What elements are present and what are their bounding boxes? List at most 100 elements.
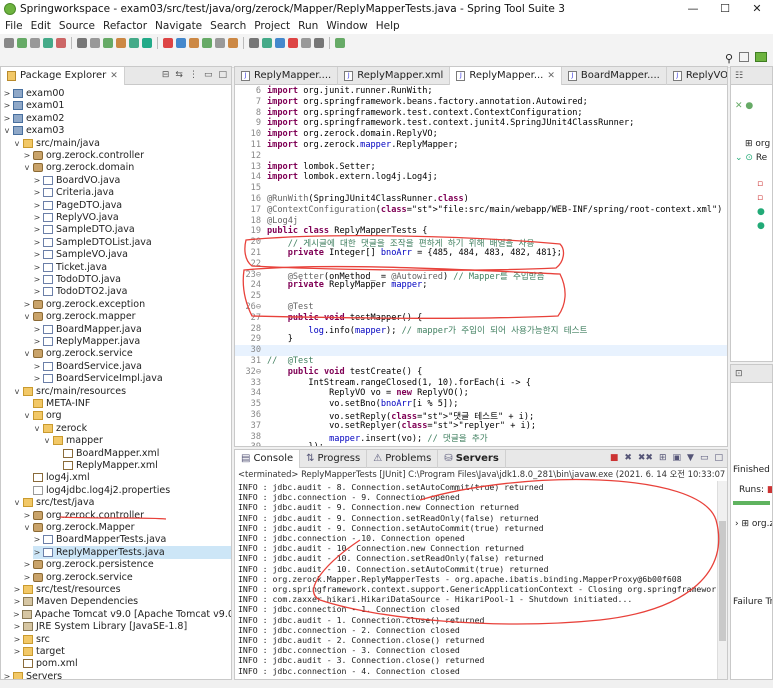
tree-item[interactable]: > TodoDTO2.java xyxy=(33,285,231,298)
menu-source[interactable]: Source xyxy=(59,20,95,32)
tree-item[interactable]: > src/test/resources xyxy=(13,583,231,596)
tree-item[interactable]: > BoardVO.java xyxy=(33,174,231,187)
code-line[interactable]: @Log4j xyxy=(267,216,298,226)
console-toolbar-icon[interactable]: □ xyxy=(714,453,723,463)
close-icon[interactable]: ✕ xyxy=(110,71,118,81)
chevron-right-icon[interactable]: > xyxy=(33,211,41,224)
console-toolbar-icon[interactable]: ■ xyxy=(610,453,619,463)
menu-edit[interactable]: Edit xyxy=(31,20,51,32)
tree-item[interactable]: > org.zerock.persistence xyxy=(23,558,231,571)
toolbar-button-icon[interactable] xyxy=(129,38,139,48)
toolbar-button-icon[interactable] xyxy=(90,38,100,48)
code-line[interactable]: IntStream.rangeClosed(1, 10).forEach(i -… xyxy=(267,378,530,388)
chevron-right-icon[interactable]: > xyxy=(23,509,31,522)
chevron-right-icon[interactable]: > xyxy=(13,620,21,633)
toolbar-button-icon[interactable] xyxy=(176,38,186,48)
tree-item[interactable]: > Apache Tomcat v9.0 [Apache Tomcat v9.0] xyxy=(13,608,231,621)
tree-item[interactable]: > SampleDTOList.java xyxy=(33,236,231,249)
tree-item[interactable]: v org xyxy=(23,409,231,422)
scrollbar-thumb[interactable] xyxy=(719,521,726,641)
chevron-right-icon[interactable]: > xyxy=(13,645,21,658)
toolbar-button-icon[interactable] xyxy=(301,38,311,48)
close-button[interactable]: ✕ xyxy=(741,0,773,18)
tree-item[interactable]: v mapper xyxy=(43,434,231,447)
tree-item[interactable]: v org.zerock.service xyxy=(23,347,231,360)
toolbar-button-icon[interactable] xyxy=(56,38,66,48)
search-icon[interactable]: ⚲ xyxy=(725,52,733,65)
tree-item[interactable]: > target xyxy=(13,645,231,658)
chevron-right-icon[interactable]: > xyxy=(23,149,31,162)
toolbar-button-icon[interactable] xyxy=(4,38,14,48)
outline-item-class[interactable]: ⌄ ⊙ Re xyxy=(735,153,767,163)
code-line[interactable]: @RunWith(SpringJUnit4ClassRunner.class) xyxy=(267,194,469,204)
toolbar-button-icon[interactable] xyxy=(275,38,285,48)
code-line[interactable]: import org.springframework.test.context.… xyxy=(267,108,583,118)
chevron-right-icon[interactable]: > xyxy=(3,112,11,125)
chevron-right-icon[interactable]: > xyxy=(3,670,11,679)
tree-item[interactable]: > exam00 xyxy=(3,87,231,100)
junit-view-icon[interactable]: ⊡ xyxy=(731,369,743,379)
code-line[interactable]: log.info(mapper); // mapper가 주입이 되어 사용가능… xyxy=(267,324,587,336)
outline-method-icon[interactable]: ● xyxy=(757,207,765,217)
toolbar-button-icon[interactable] xyxy=(202,38,212,48)
chevron-right-icon[interactable]: > xyxy=(3,87,11,100)
outline-method-icon-2[interactable]: ● xyxy=(757,221,765,231)
close-icon[interactable]: ✕ xyxy=(547,71,555,81)
code-line[interactable]: private ReplyMapper mapper; xyxy=(267,280,428,290)
editor-tab[interactable]: JReplyVO.java xyxy=(667,67,727,85)
open-perspective-icon[interactable] xyxy=(739,52,749,62)
chevron-right-icon[interactable]: > xyxy=(33,323,41,336)
tree-item[interactable]: v src/main/java xyxy=(13,137,231,150)
chevron-down-icon[interactable]: v xyxy=(13,496,21,509)
tree-item[interactable]: > org.zerock.controller xyxy=(23,149,231,162)
code-line[interactable]: import org.springframework.test.context.… xyxy=(267,118,634,128)
minimize-button[interactable]: — xyxy=(677,0,709,18)
chevron-right-icon[interactable]: > xyxy=(33,285,41,298)
editor-tab[interactable]: J ReplyMapper... ✕ xyxy=(450,67,562,85)
chevron-right-icon[interactable]: > xyxy=(33,236,41,249)
tree-item[interactable]: > src xyxy=(13,633,231,646)
chevron-right-icon[interactable]: > xyxy=(33,372,41,385)
chevron-down-icon[interactable]: v xyxy=(43,434,51,447)
chevron-right-icon[interactable]: > xyxy=(33,223,41,236)
tree-item[interactable]: ReplyMapper.xml xyxy=(53,459,231,472)
tree-item[interactable]: > BoardMapperTests.java xyxy=(33,533,231,546)
chevron-down-icon[interactable]: v xyxy=(23,521,31,534)
tree-item[interactable]: v org.zerock.mapper xyxy=(23,310,231,323)
chevron-right-icon[interactable]: > xyxy=(33,186,41,199)
toolbar-button-icon[interactable] xyxy=(17,38,27,48)
tree-item[interactable]: > org.zerock.exception xyxy=(23,298,231,311)
outline-item-package[interactable]: ⊞ org xyxy=(745,139,770,149)
tree-item[interactable]: > Servers xyxy=(3,670,231,679)
code-line[interactable]: public void testCreate() { xyxy=(267,367,423,377)
menu-window[interactable]: Window xyxy=(326,20,367,32)
chevron-right-icon[interactable]: > xyxy=(3,99,11,112)
tree-item[interactable]: > ReplyVO.java xyxy=(33,211,231,224)
menu-help[interactable]: Help xyxy=(376,20,400,32)
tree-item[interactable]: > Ticket.java xyxy=(33,261,231,274)
chevron-down-icon[interactable]: v xyxy=(33,422,41,435)
toolbar-button-icon[interactable] xyxy=(189,38,199,48)
view-menu-icon[interactable]: ⋮ xyxy=(189,70,198,80)
chevron-right-icon[interactable]: > xyxy=(33,546,41,559)
toolbar-button-icon[interactable] xyxy=(116,38,126,48)
tree-item[interactable]: > exam02 xyxy=(3,112,231,125)
toolbar-button-icon[interactable] xyxy=(228,38,238,48)
code-editor[interactable]: 6 import org.junit.runner.RunWith; 7 import… xyxy=(235,85,727,446)
chevron-right-icon[interactable]: > xyxy=(33,248,41,261)
toolbar-button-icon[interactable] xyxy=(43,38,53,48)
code-line[interactable]: import org.zerock.mapper.ReplyMapper; xyxy=(267,140,458,150)
chevron-right-icon[interactable]: > xyxy=(33,335,41,348)
code-line[interactable]: } xyxy=(267,334,293,344)
tree-item[interactable]: log4j.xml xyxy=(23,471,231,484)
tree-item[interactable]: > BoardServiceImpl.java xyxy=(33,372,231,385)
tree-item[interactable]: log4jdbc.log4j2.properties xyxy=(23,484,231,497)
tree-item[interactable]: BoardMapper.xml xyxy=(53,447,231,460)
tab-package-explorer[interactable]: Package Explorer ✕ xyxy=(1,67,125,85)
tab-problems[interactable]: ⚠ Problems xyxy=(367,450,439,468)
code-line[interactable]: @Test xyxy=(267,302,314,312)
tree-item[interactable]: > org.zerock.service xyxy=(23,571,231,584)
toolbar-button-icon[interactable] xyxy=(103,38,113,48)
toolbar-button-icon[interactable] xyxy=(335,38,345,48)
console-toolbar-icon[interactable]: ▣ xyxy=(673,453,682,463)
